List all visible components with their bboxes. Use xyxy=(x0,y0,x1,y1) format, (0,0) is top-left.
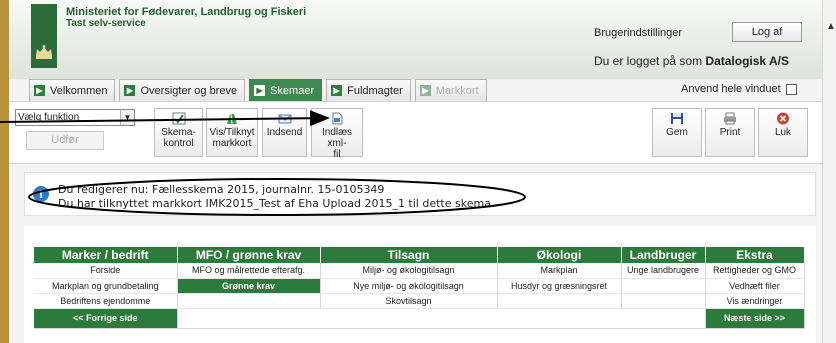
nav-header: Ekstra xyxy=(705,247,805,263)
submit-button[interactable]: Indsend xyxy=(262,108,307,157)
logged-in-status: Du er logget på som Datalogisk A/S xyxy=(594,54,789,68)
nav-empty-cell xyxy=(621,293,706,309)
ministry-name: Ministeriet for Fødevarer, Landbrug og F… xyxy=(66,6,307,18)
chevron-right-icon: ▶ xyxy=(419,85,431,96)
tab-label: Oversigter og breve xyxy=(140,84,238,97)
nav-link-rettigheder[interactable]: Rettigheder og GMO xyxy=(705,263,805,279)
function-select-value: Vælg funktion xyxy=(18,112,80,123)
chevron-right-icon: ▶ xyxy=(124,85,136,96)
nav-link-forside[interactable]: Forside xyxy=(34,263,178,279)
nav-link-skovtilsagn[interactable]: Skovtilsagn xyxy=(320,293,498,309)
chevron-right-icon: ▶ xyxy=(34,85,45,96)
schema-check-button[interactable]: Skema- kontrol xyxy=(154,108,203,157)
send-icon xyxy=(278,114,291,124)
chevron-down-icon[interactable]: ▼ xyxy=(120,110,134,125)
ministry-logo xyxy=(31,4,57,68)
schema-navigation-table: Marker / bedrift MFO / grønne krav Tilsa… xyxy=(34,247,805,329)
save-button[interactable]: Gem xyxy=(652,108,702,157)
scroll-up-arrow-icon[interactable]: ▲ xyxy=(826,22,836,32)
scrollbar[interactable] xyxy=(822,0,836,343)
close-icon xyxy=(777,112,789,125)
nav-link-vedhaeft-filer[interactable]: Vedhæft filer xyxy=(705,278,805,294)
schema-check-label-2: kontrol xyxy=(163,138,194,149)
map-icon xyxy=(227,113,237,125)
map-attach-label-1: Vis/Tilknyt xyxy=(209,127,255,138)
nav-empty-cell xyxy=(177,293,321,309)
tab-oversigter-og-breve[interactable]: ▶ Oversigter og breve xyxy=(119,79,246,101)
nav-link-unge-landbrugere[interactable]: Unge landbrugere xyxy=(621,263,706,279)
nav-header: Landbruger xyxy=(621,247,706,263)
schema-navigation-panel: Marker / bedrift MFO / grønne krav Tilsa… xyxy=(24,226,816,343)
nav-header: MFO / grønne krav xyxy=(177,247,321,263)
crown-icon xyxy=(36,45,52,59)
chevron-right-icon: ▶ xyxy=(331,85,343,96)
tab-skemaer[interactable]: ▶ Skemaer xyxy=(249,79,323,101)
full-window-option: Anvend hele vinduet xyxy=(681,83,797,95)
tab-markkort: ▶ Markkort xyxy=(414,79,487,101)
nav-link-groenne-krav[interactable]: Grønne krav xyxy=(177,278,321,294)
full-window-checkbox[interactable] xyxy=(785,83,797,95)
xml-file-icon xyxy=(332,112,343,125)
nav-header: Økologi xyxy=(497,247,622,263)
toolbar: Vælg funktion ▼ Udfør Skema- kontrol Vis… xyxy=(9,101,822,164)
tab-label: Fuldmagter xyxy=(347,84,403,97)
previous-page-button[interactable]: << Forrige side xyxy=(34,308,178,329)
save-label: Gem xyxy=(666,127,688,138)
full-window-label: Anvend hele vinduet xyxy=(681,83,781,95)
print-icon xyxy=(724,112,736,125)
tab-label: Skemaer xyxy=(270,84,315,97)
nav-empty-cell xyxy=(497,293,622,309)
app-window: Ministeriet for Fødevarer, Landbrug og F… xyxy=(9,0,822,343)
schema-check-label-1: Skema- xyxy=(161,127,196,138)
logout-button[interactable]: Log af xyxy=(732,22,802,42)
page-header: Ministeriet for Fødevarer, Landbrug og F… xyxy=(9,0,822,79)
import-xml-button[interactable]: Indlæs xml- fil xyxy=(311,108,363,160)
info-editing-line: Du redigerer nu: Fællesskema 2015, journ… xyxy=(58,183,385,196)
nav-link-miljoe-tilsagn[interactable]: Miljø- og økologitilsagn xyxy=(320,263,498,279)
save-icon xyxy=(671,113,683,124)
import-xml-label-1: Indlæs xml- xyxy=(321,127,352,149)
nav-link-ejendomme[interactable]: Bedriftens ejendomme xyxy=(34,293,178,309)
nav-link-nye-tilsagn[interactable]: Nye miljø- og økologitilsagn xyxy=(320,278,498,294)
main-tabs: ▶ Velkommen ▶ Oversigter og breve ▶ Skem… xyxy=(29,79,487,101)
logged-in-prefix: Du er logget på som xyxy=(594,54,703,68)
nav-footer-spacer xyxy=(177,308,706,329)
user-settings-link[interactable]: Brugerindstillinger xyxy=(594,27,682,39)
logged-in-user: Datalogisk A/S xyxy=(705,54,789,68)
print-label: Print xyxy=(719,127,741,138)
nav-header: Tilsagn xyxy=(320,247,498,263)
nav-link-husdyr[interactable]: Husdyr og græsningsret xyxy=(497,278,622,294)
nav-link-vis-aendringer[interactable]: Vis ændringer xyxy=(705,293,805,309)
tab-label: Velkommen xyxy=(50,84,108,97)
nav-link-markplan-grundbetaling[interactable]: Markplan og grundbetaling xyxy=(34,278,178,294)
close-button[interactable]: Luk xyxy=(758,108,808,157)
check-icon xyxy=(172,112,185,125)
close-label: Luk xyxy=(774,127,792,138)
import-xml-label-2: fil xyxy=(333,149,341,160)
tab-fuldmagter[interactable]: ▶ Fuldmagter xyxy=(326,79,411,101)
nav-link-mfo[interactable]: MFO og målrettede efterafg. xyxy=(177,263,321,279)
nav-header: Marker / bedrift xyxy=(34,247,178,263)
info-map-line: Du har tilknyttet markkort IMK2015_Test … xyxy=(58,197,495,210)
service-subtitle: Tast selv-service xyxy=(66,18,146,29)
tab-label: Markkort xyxy=(435,84,479,97)
info-message: i Du redigerer nu: Fællesskema 2015, jou… xyxy=(24,172,816,216)
tab-velkommen[interactable]: ▶ Velkommen xyxy=(29,79,116,101)
left-border-strip xyxy=(0,0,9,343)
info-icon: i xyxy=(33,186,49,202)
submit-label: Indsend xyxy=(266,127,303,138)
nav-link-markplan[interactable]: Markplan xyxy=(497,263,622,279)
print-button[interactable]: Print xyxy=(705,108,755,157)
next-page-button[interactable]: Næste side >> xyxy=(705,308,805,329)
run-button[interactable]: Udfør xyxy=(26,131,104,150)
map-attach-label-2: markkort xyxy=(212,138,252,149)
function-select[interactable]: Vælg funktion ▼ xyxy=(15,109,135,126)
map-attach-button[interactable]: Vis/Tilknyt markkort xyxy=(206,108,258,157)
nav-empty-cell xyxy=(621,278,706,294)
chevron-right-icon: ▶ xyxy=(254,85,266,96)
